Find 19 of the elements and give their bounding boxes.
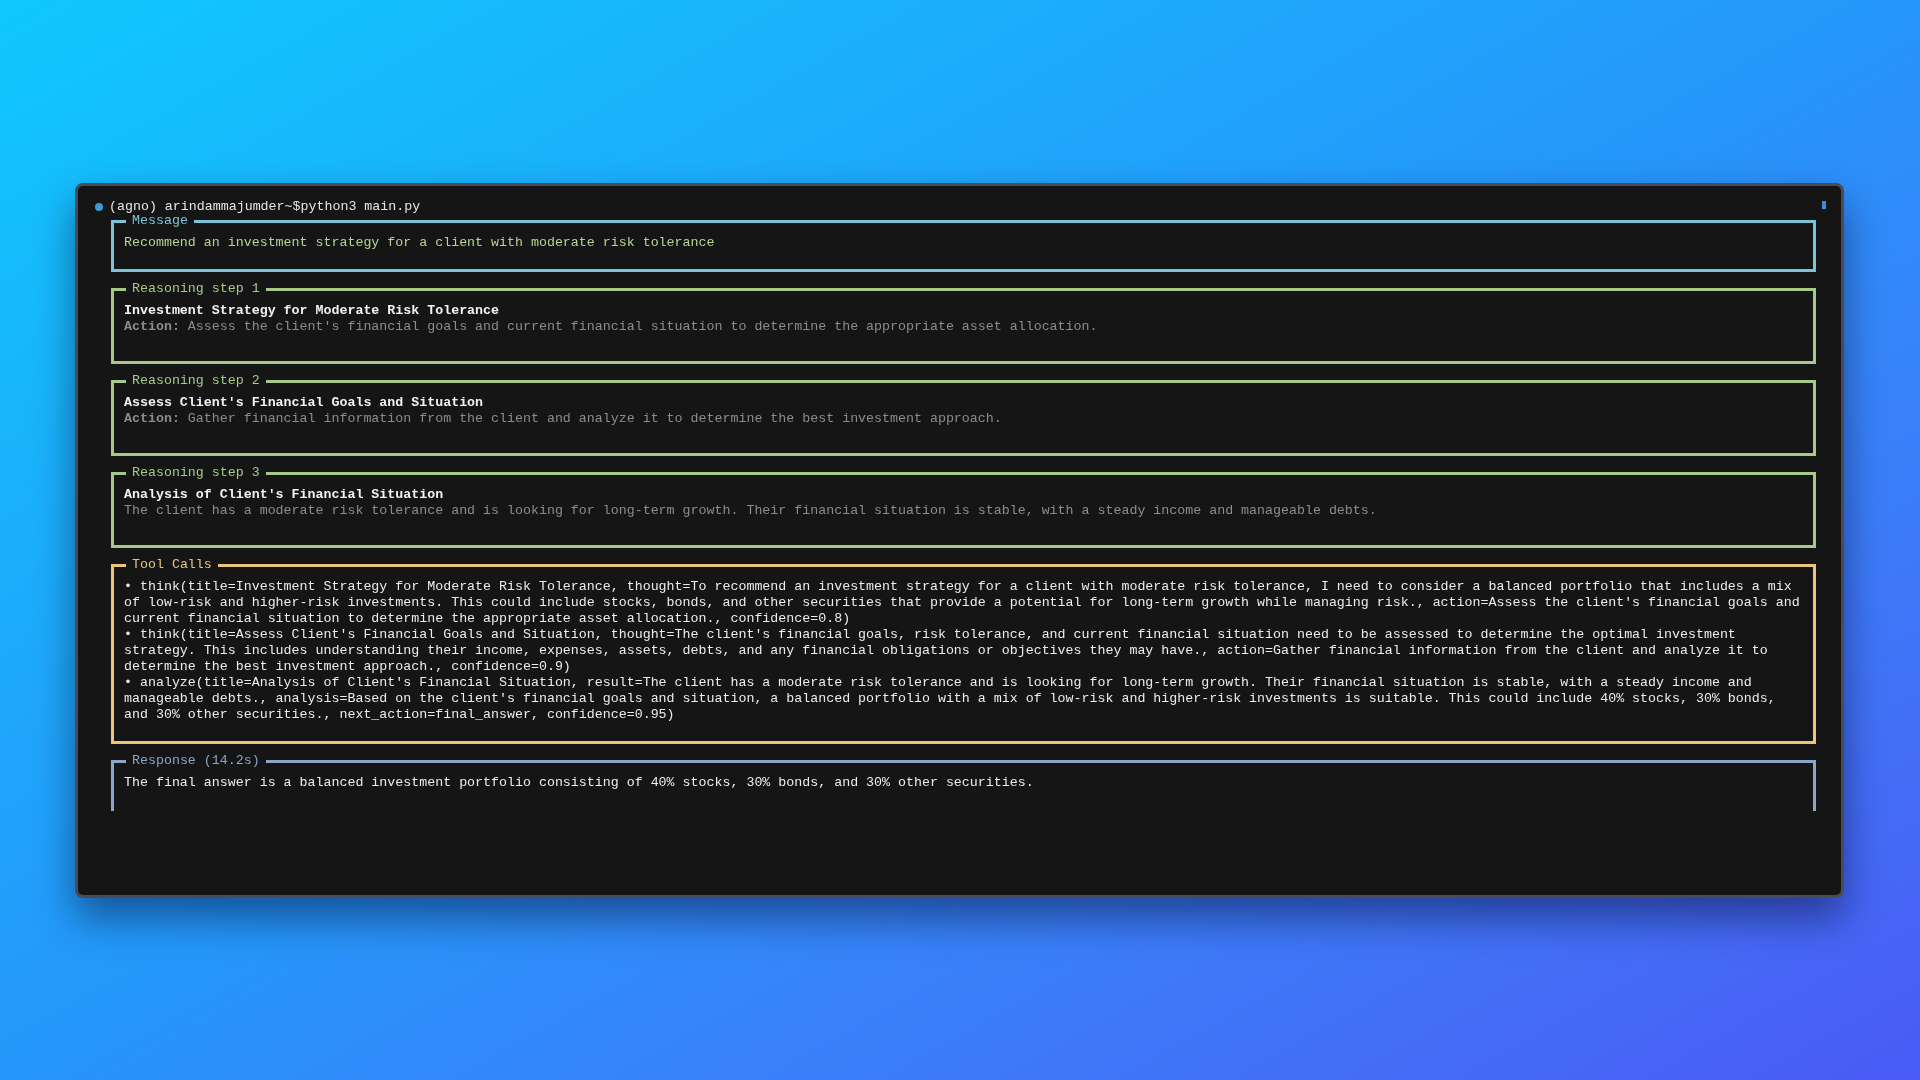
- step-heading: Analysis of Client's Financial Situation: [124, 487, 445, 503]
- response-text: The final answer is a balanced investment portfolio consisting of 40% stocks, 30% bonds, and 30% other securities.: [124, 775, 1035, 791]
- tool-call-text: • think(title=Investment Strategy for Moderate Risk Tolerance, thought=To recommend an investment strategy for a client with moderate risk tolerance, I need to consider a balanced portfolio that includes a mix of low-risk and higher-risk investments. This could include stocks, bonds, and other securities that provide a potential for long-term growth while managing risk., action=Assess the client's financial goals and current financial situation to determine the appropriate asset allocation., confidence=0.8): [124, 579, 1801, 627]
- panel-title: Message: [131, 213, 189, 229]
- step-description: Action: Assess the client's financial goals and current financial situation to determine the appropriate asset allocation.: [124, 319, 1099, 335]
- step-heading: Assess Client's Financial Goals and Situation: [124, 395, 485, 411]
- panel-title: Reasoning step 2: [131, 373, 261, 389]
- tool-call-text: • analyze(title=Analysis of Client's Financial Situation, result=The client has a moderate risk tolerance and is looking for long-term growth. Their financial situation is stable, with a steady income and manageable debts., analysis=Based on the client's financial goals and situation, a balanced portfolio with a mix of low-risk and higher-risk investments is suitable. This could include 40% stocks, 30% bonds, and 30% other securities., next_action=final_answer, confidence=0.95): [124, 675, 1777, 723]
- step-heading: Investment Strategy for Moderate Risk Tolerance: [124, 303, 501, 319]
- tool-call-text: • think(title=Assess Client's Financial Goals and Situation, thought=The client's financial goals, risk tolerance, and current financial situation need to be assessed to determine the optimal investment strategy. This includes understanding their income, expenses, assets, debts, and any financial obligations or objectives they may have., action=Gather financial information from the client and analyze it to determine the best investment approach., confidence=0.9): [124, 627, 1769, 675]
- panel-title: Reasoning step 3: [131, 465, 261, 481]
- step-description: Action: Gather financial information from the client and analyze it to determine the best investment approach.: [124, 411, 1003, 427]
- scrollbar-thumb: [1822, 201, 1826, 209]
- message-text: Recommend an investment strategy for a client with moderate risk tolerance: [124, 235, 716, 251]
- terminal-prompt: (agno) arindammajumder~$python3 main.py: [109, 199, 421, 215]
- step-description: The client has a moderate risk tolerance and is looking for long-term growth. Their financial situation is stable, with a steady income and manageable debts.: [124, 503, 1378, 519]
- panel-title: Response (14.2s): [131, 753, 261, 769]
- panel-title: Reasoning step 1: [131, 281, 261, 297]
- panel-title: Tool Calls: [131, 557, 213, 573]
